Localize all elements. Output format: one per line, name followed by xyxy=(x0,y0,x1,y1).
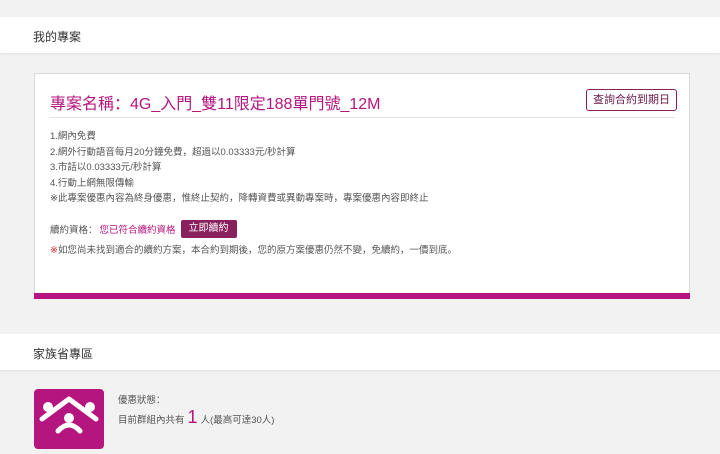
feature-item: ※此專案優惠內容為終身優惠，惟終止契約，降轉資費或異動專案時，專案優惠內容即終止 xyxy=(50,193,429,204)
member-count: 1 xyxy=(187,407,198,427)
plan-card: 專案名稱：4G_入門_雙11限定188單門號_12M 查詢合約到期日 1.網內免… xyxy=(34,73,690,299)
section-header-my-plan: 我的專案 xyxy=(0,17,720,53)
query-contract-expiry-button[interactable]: 查詢合約到期日 xyxy=(586,89,677,111)
renew-note: ※如您尚未找到適合的續約方案，本合約到期後，您的原方案優惠仍然不變，免續約，一價… xyxy=(50,242,457,256)
renew-status: 您已符合續約資格 xyxy=(99,225,176,236)
renew-row: 續約資格： 您已符合續約資格 立即續約 xyxy=(50,220,237,238)
feature-item: 2.網外行動語音每月20分鐘免費，超過以0.03333元/秒計算 xyxy=(50,146,296,158)
renew-now-button[interactable]: 立即續約 xyxy=(180,220,237,238)
plan-title: 專案名稱：4G_入門_雙11限定188單門號_12M xyxy=(50,96,381,113)
member-count-row: 目前群組內共有 1 人(最高可達30人) xyxy=(118,407,275,427)
section-title: 我的專案 xyxy=(33,30,82,44)
count-prefix: 目前群組內共有 xyxy=(118,415,185,426)
note-text: 如您尚未找到適合的續約方案，本合約到期後，您的原方案優惠仍然不變，免續約，一價到… xyxy=(57,245,457,256)
count-suffix: 人(最高可達30人) xyxy=(200,415,275,426)
renew-label: 續約資格： xyxy=(50,225,98,236)
card-bottom-bar xyxy=(34,293,690,299)
plan-features: 1.網內免費 2.網外行動語音每月20分鐘免費，超過以0.03333元/秒計算 … xyxy=(50,129,428,207)
divider xyxy=(49,117,675,118)
family-icon xyxy=(34,389,104,449)
section-title: 家族省專區 xyxy=(33,347,94,361)
note-mark: ※ xyxy=(50,245,58,256)
cut-off-line xyxy=(118,428,258,436)
section-header-family: 家族省專區 xyxy=(0,334,720,370)
feature-item: 4.行動上網無限傳輸 xyxy=(50,177,134,189)
feature-item: 1.網內免費 xyxy=(50,131,96,142)
feature-item: 3.市話以0.03333元/秒計算 xyxy=(50,162,162,173)
status-label: 優惠狀態： xyxy=(118,395,166,406)
family-info: 優惠狀態： 目前群組內共有 1 人(最高可達30人) xyxy=(118,392,274,436)
